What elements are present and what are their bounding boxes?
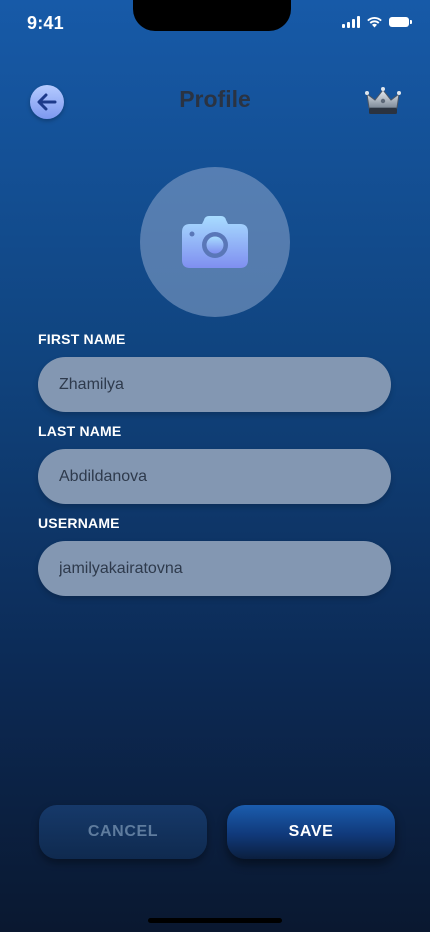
username-label: USERNAME bbox=[38, 515, 120, 531]
crown-icon[interactable] bbox=[365, 86, 401, 116]
profile-screen: 9:41 Profile FIRST NAME Zhamilya LAST NA… bbox=[0, 0, 430, 932]
status-time: 9:41 bbox=[27, 13, 64, 33]
first-name-field[interactable] bbox=[38, 357, 391, 412]
first-name-label: FIRST NAME bbox=[38, 331, 126, 347]
save-button[interactable]: SAVE bbox=[227, 805, 395, 859]
last-name-field[interactable] bbox=[38, 449, 391, 504]
home-indicator bbox=[148, 918, 282, 923]
username-field[interactable] bbox=[38, 541, 391, 596]
camera-icon bbox=[182, 216, 248, 268]
device-notch bbox=[133, 0, 291, 31]
wifi-icon bbox=[367, 17, 382, 28]
last-name-label: LAST NAME bbox=[38, 423, 122, 439]
cancel-button[interactable]: CANCEL bbox=[39, 805, 207, 859]
cellular-signal-icon bbox=[342, 16, 360, 28]
status-icons bbox=[342, 16, 412, 28]
avatar-upload[interactable] bbox=[140, 167, 290, 317]
battery-icon bbox=[389, 17, 412, 27]
